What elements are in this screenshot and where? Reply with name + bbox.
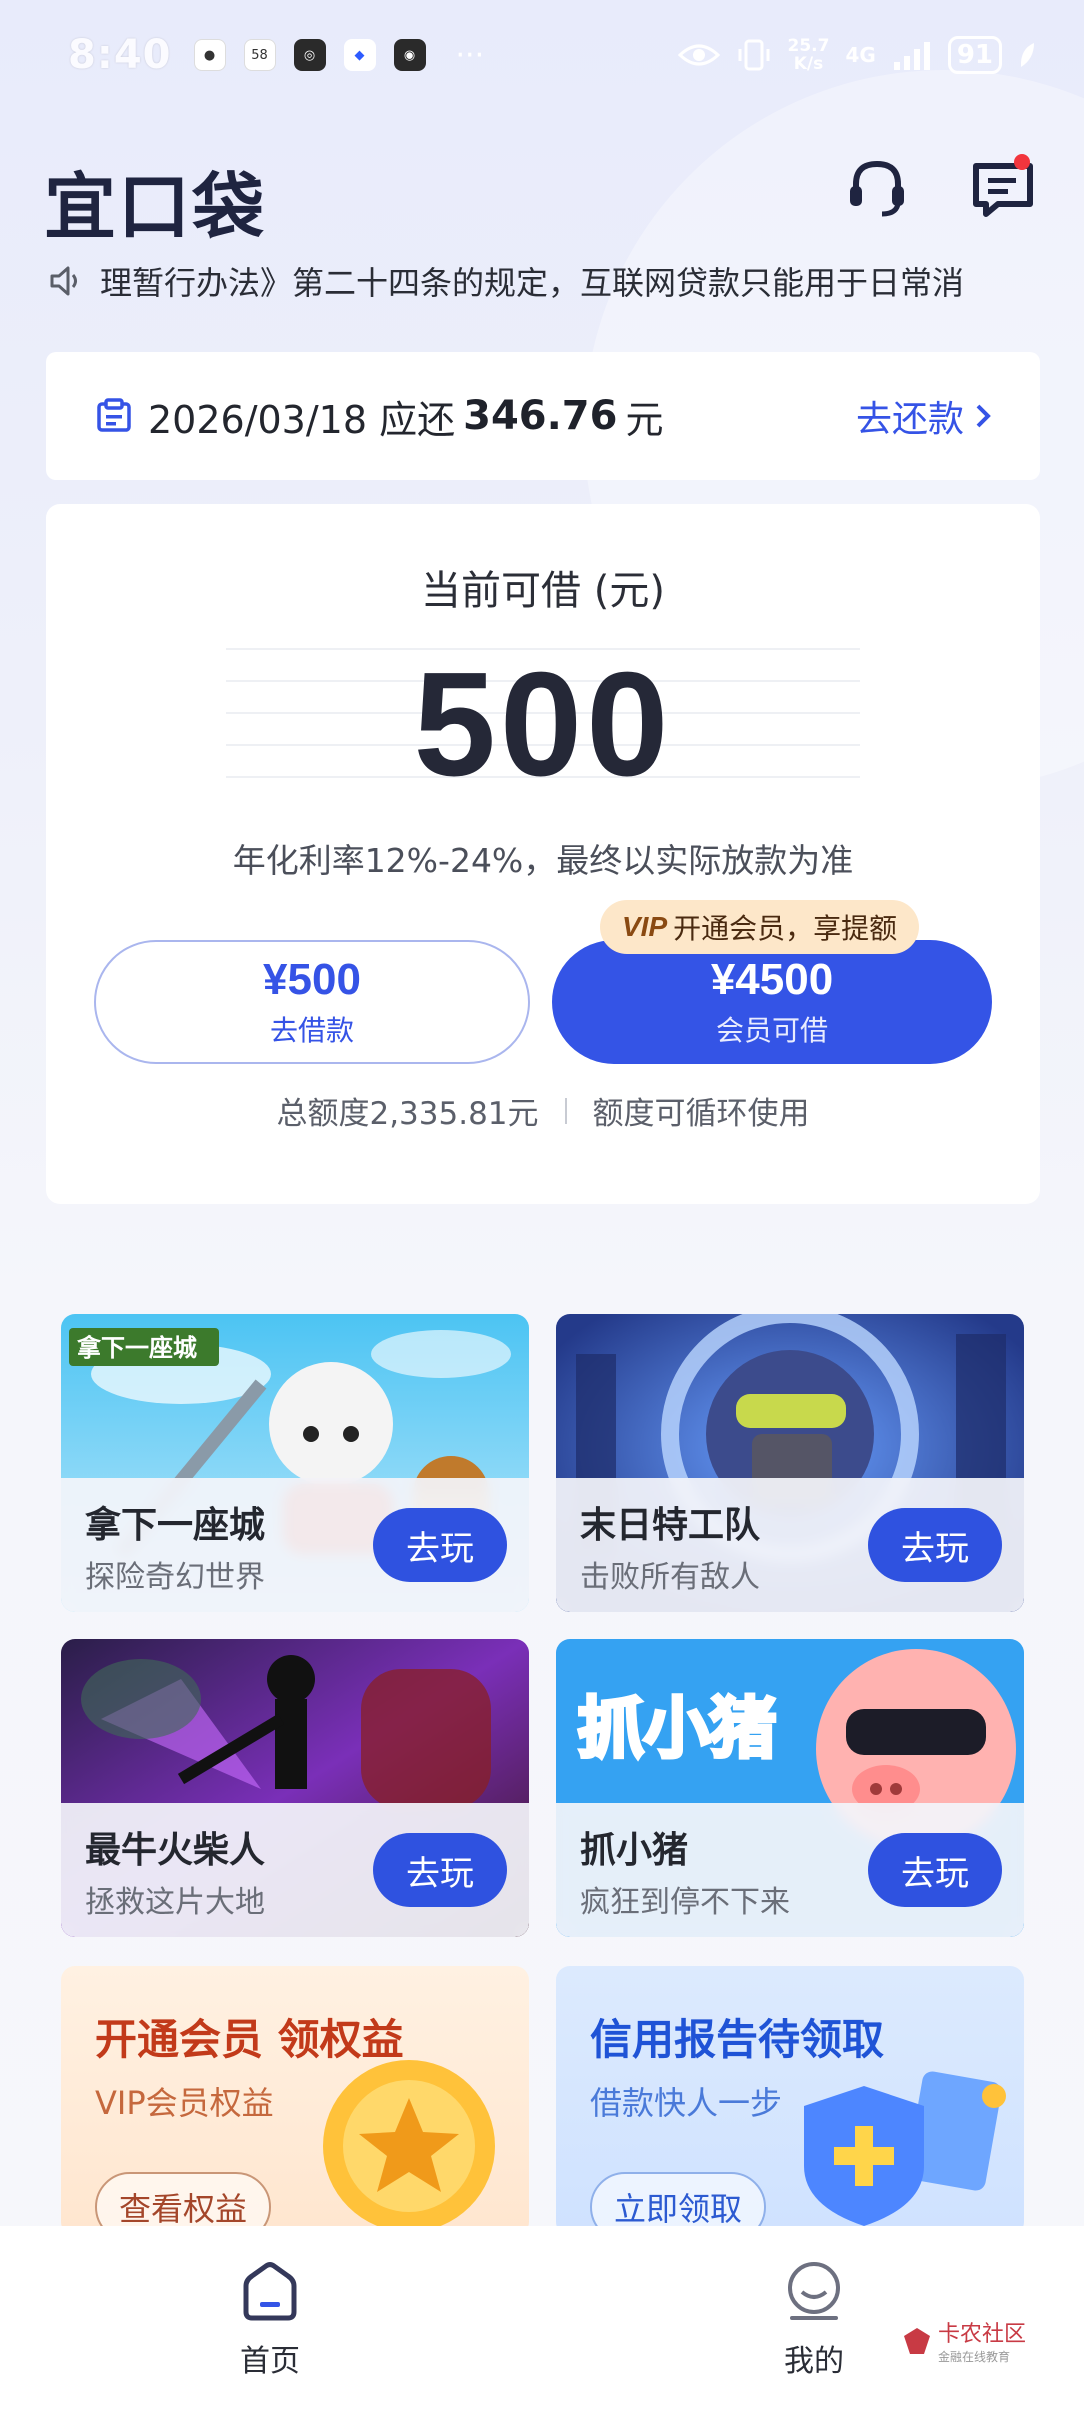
nav-mine[interactable]: 我的: [734, 2260, 894, 2380]
network-speed: 25.7 K/s: [788, 37, 830, 73]
notice-bar[interactable]: 理暂行办法》第二十四条的规定，互联网贷款只能用于日常消: [48, 256, 1038, 306]
play-button[interactable]: 去玩: [373, 1833, 507, 1907]
credit-report-promo-card[interactable]: 信用报告待领取 借款快人一步 立即领取: [556, 1966, 1024, 2236]
play-button[interactable]: 去玩: [868, 1508, 1002, 1582]
vip-promo-card[interactable]: 开通会员 领权益 VIP会员权益 查看权益: [61, 1966, 529, 2236]
vip-upgrade-tag[interactable]: VIP 开通会员，享提额: [600, 900, 920, 954]
notification-app-icon: ◆: [343, 39, 376, 71]
game-subtitle: 击败所有敌人: [580, 1560, 760, 1595]
notice-text: 理暂行办法》第二十四条的规定，互联网贷款只能用于日常消: [100, 264, 965, 302]
notification-app-icon: ◎: [293, 39, 326, 71]
credit-footer: 总额度2,335.81元 额度可循环使用: [46, 1088, 1040, 1133]
message-button[interactable]: [968, 152, 1038, 222]
customer-support-button[interactable]: [842, 152, 912, 222]
game-title: 末日特工队: [580, 1505, 761, 1546]
play-button[interactable]: 去玩: [868, 1833, 1002, 1907]
credit-limit-card: 当前可借 (元) 500 年化利率12%-24%，最终以实际放款为准 VIP 开…: [46, 504, 1040, 1204]
credit-promo-subtitle: 借款快人一步: [590, 2084, 783, 2122]
notification-app-icon: ◉: [393, 39, 426, 71]
network-speed-value: 25.7: [787, 36, 830, 56]
game-card[interactable]: 拿下一座城 拿下一座城 探险奇幻世界 去玩: [61, 1314, 529, 1612]
status-indicators: 25.7 K/s 4G 91: [677, 36, 1036, 74]
eye-icon: [677, 44, 720, 66]
game-art-label: 抓小猪: [578, 1690, 776, 1767]
total-credit: 总额度2,335.81元: [276, 1096, 539, 1132]
watermark-logo-icon: [904, 2327, 930, 2354]
game-subtitle: 探险奇幻世界: [85, 1560, 265, 1595]
borrow-label: 去借款: [269, 1014, 354, 1047]
game-art-label: 拿下一座城: [77, 1334, 197, 1362]
notification-icons: ● 58 ◎ ◆ ◉ ···: [193, 37, 485, 73]
charging-leaf-icon: [1020, 43, 1034, 67]
home-icon: [243, 2262, 297, 2321]
borrow-button[interactable]: ¥500 去借款: [94, 940, 530, 1064]
page: 8:40 ● 58 ◎ ◆ ◉ ··· 25.7 K/s 4G 91 宜口袋 理…: [0, 0, 1084, 2412]
bluetooth-vibrate-icon: [738, 39, 770, 71]
available-credit-title: 当前可借 (元): [421, 568, 665, 614]
game-info: 抓小猪 疯狂到停不下来 去玩: [556, 1803, 1024, 1937]
repay-amount: 346.76: [463, 393, 618, 439]
watermark-subtext: 金融在线教育: [938, 2350, 1011, 2364]
game-card[interactable]: 抓小猪 抓小猪 疯狂到停不下来 去玩: [556, 1639, 1024, 1937]
divider: [564, 1097, 567, 1124]
play-button[interactable]: 去玩: [373, 1508, 507, 1582]
vip-borrow-button[interactable]: ¥4500 会员可借: [552, 940, 992, 1064]
network-type: 4G: [845, 43, 876, 67]
go-repay-link[interactable]: 去还款: [856, 390, 994, 442]
vip-brand: VIP: [622, 911, 668, 942]
vip-promo-title: 开通会员 领权益: [95, 2015, 404, 2064]
more-notifications-icon: ···: [455, 37, 485, 73]
vip-tag-text: 开通会员，享提额: [673, 912, 898, 945]
credit-promo-title: 信用报告待领取: [590, 2015, 885, 2064]
profile-icon: [788, 2262, 840, 2320]
signal-icon: [893, 42, 930, 70]
game-info: 末日特工队 击败所有敌人 去玩: [556, 1478, 1024, 1612]
gold-coin-icon: [323, 2060, 495, 2232]
game-card[interactable]: 末日特工队 击败所有敌人 去玩: [556, 1314, 1024, 1612]
game-card[interactable]: 最牛火柴人 拯救这片大地 去玩: [61, 1639, 529, 1937]
borrow-amount: ¥500: [263, 955, 361, 1004]
headset-icon: [850, 160, 904, 217]
watermark: 卡农社区 金融在线教育: [902, 2316, 1026, 2365]
app-logo: 宜口袋: [44, 165, 267, 249]
battery-indicator: 91: [947, 36, 1002, 74]
game-title: 拿下一座城: [85, 1505, 266, 1546]
game-subtitle: 疯狂到停不下来: [580, 1885, 790, 1920]
chevron-right-icon: [976, 404, 991, 428]
notification-app-icon: ●: [193, 39, 226, 71]
vip-borrow-amount: ¥4500: [710, 955, 834, 1004]
bill-icon: [97, 398, 131, 432]
notification-58-icon: 58: [243, 39, 276, 71]
game-info: 拿下一座城 探险奇幻世界 去玩: [61, 1478, 529, 1612]
go-repay-label: 去还款: [855, 399, 964, 440]
speaker-icon: [50, 266, 77, 296]
network-speed-unit: K/s: [793, 54, 824, 74]
unread-dot: [1014, 154, 1030, 170]
bottom-navigation: 首页 我的 卡农社区 金融在线教育: [0, 2226, 1084, 2412]
watermark-text: 卡农社区: [938, 2322, 1027, 2347]
vip-promo-subtitle: VIP会员权益: [95, 2084, 274, 2122]
game-title: 最牛火柴人: [85, 1830, 266, 1871]
shield-report-icon: [804, 2071, 1006, 2226]
repayment-card[interactable]: 2026/03/18 应还 346.76 元 去还款: [46, 352, 1040, 480]
credit-cycle-note: 额度可循环使用: [592, 1096, 810, 1132]
status-bar: 8:40 ● 58 ◎ ◆ ◉ ··· 25.7 K/s 4G 91: [0, 0, 1084, 110]
repay-due-text: 2026/03/18 应还: [148, 397, 456, 442]
nav-home[interactable]: 首页: [190, 2260, 350, 2380]
interest-rate-text: 年化利率12%-24%，最终以实际放款为准: [232, 841, 854, 880]
credit-amount-area: 500: [226, 634, 860, 814]
status-time: 8:40: [68, 32, 172, 78]
nav-mine-label: 我的: [784, 2344, 844, 2379]
nav-home-label: 首页: [240, 2344, 300, 2379]
game-subtitle: 拯救这片大地: [85, 1885, 265, 1920]
game-title: 抓小猪: [580, 1830, 689, 1871]
vip-borrow-label: 会员可借: [715, 1014, 828, 1047]
game-info: 最牛火柴人 拯救这片大地 去玩: [61, 1803, 529, 1937]
available-credit-amount: 500: [413, 642, 673, 807]
repay-unit: 元: [625, 397, 664, 442]
